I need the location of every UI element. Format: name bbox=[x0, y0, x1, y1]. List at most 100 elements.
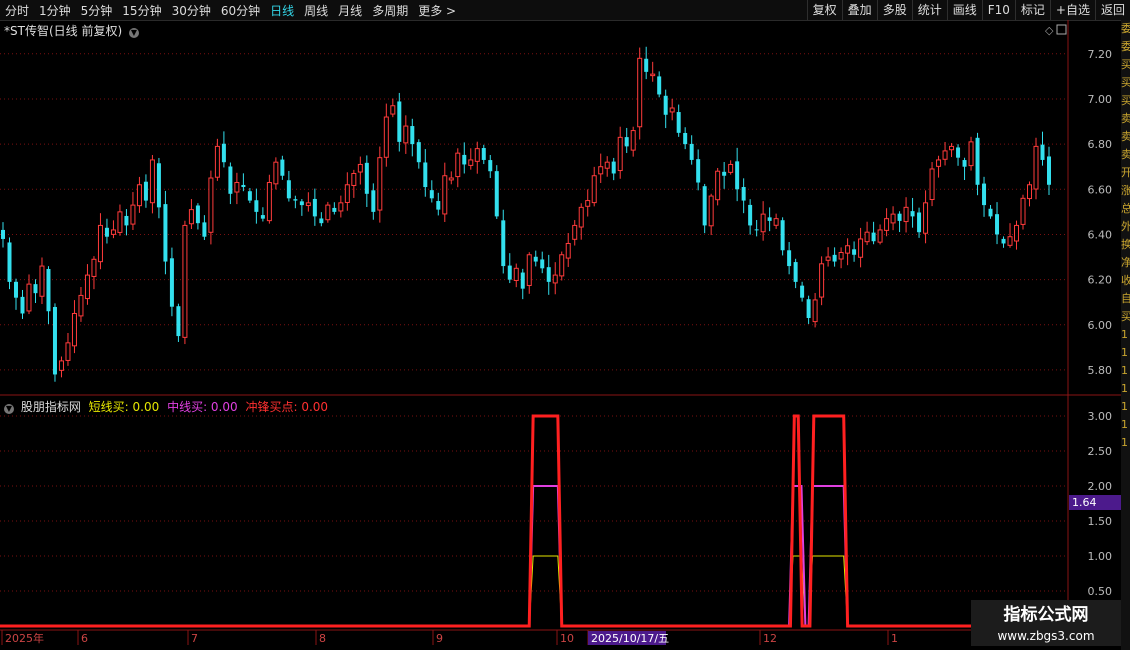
side-strip-label: 委 bbox=[1121, 40, 1130, 53]
indicator-tick: 1.00 bbox=[1088, 550, 1113, 563]
indicator-tick: 1.50 bbox=[1088, 515, 1113, 528]
candle-body bbox=[266, 182, 272, 222]
chevron-down-icon[interactable]: ▼ bbox=[128, 28, 139, 38]
candle-body bbox=[299, 201, 304, 206]
candle-body bbox=[669, 107, 675, 113]
candle-body bbox=[1, 229, 5, 239]
watermark-url: www.zbgs3.com bbox=[997, 629, 1095, 643]
side-strip-label: 外 bbox=[1121, 220, 1130, 233]
candle-body bbox=[838, 252, 844, 260]
side-strip-label: 涨 bbox=[1121, 184, 1130, 197]
candle-body bbox=[1027, 184, 1033, 200]
candle-body bbox=[110, 229, 116, 235]
side-strip-label: 买 bbox=[1121, 310, 1130, 323]
chevron-down-icon[interactable]: ▼ bbox=[4, 404, 14, 414]
candle-body bbox=[188, 209, 194, 225]
layout-icon bbox=[1056, 24, 1067, 35]
candle-body bbox=[390, 105, 396, 115]
watermark-title: 指标公式网 bbox=[1003, 605, 1089, 625]
candle-body bbox=[163, 204, 168, 262]
candle-body bbox=[455, 152, 461, 178]
candle-body bbox=[357, 163, 363, 173]
candle-body bbox=[1047, 156, 1051, 185]
candle-body bbox=[748, 204, 753, 226]
candle-body bbox=[559, 254, 565, 277]
candle-body bbox=[923, 202, 929, 234]
candle-body bbox=[903, 206, 909, 223]
candle-body bbox=[436, 201, 441, 210]
candle-body bbox=[995, 214, 1000, 235]
side-strip-label: 开 bbox=[1121, 166, 1130, 179]
candle-body bbox=[858, 238, 864, 258]
candle-body bbox=[956, 147, 961, 158]
side-strip-label: 买 bbox=[1121, 94, 1130, 107]
candle-body bbox=[630, 130, 636, 151]
candle-body bbox=[319, 218, 324, 224]
candle-body bbox=[852, 249, 857, 255]
candle-body bbox=[58, 360, 64, 371]
candle-body bbox=[871, 232, 876, 242]
candle-body bbox=[917, 212, 922, 233]
candle-body bbox=[676, 112, 681, 133]
candle-body bbox=[26, 283, 32, 312]
candle-body bbox=[520, 272, 525, 289]
candle-body bbox=[884, 218, 890, 231]
candle-body bbox=[338, 202, 344, 212]
candle-body bbox=[383, 116, 389, 158]
candle-body bbox=[416, 142, 421, 163]
indicator-value: 中线买: 0.00 bbox=[163, 400, 238, 414]
candle-body bbox=[929, 168, 935, 201]
candle-body bbox=[429, 190, 434, 199]
side-strip-label: 净 bbox=[1121, 256, 1130, 269]
candle-body bbox=[715, 170, 721, 201]
price-tick: 5.80 bbox=[1088, 364, 1113, 377]
candle-body bbox=[91, 258, 97, 277]
price-tick: 7.20 bbox=[1088, 48, 1113, 61]
candle-body bbox=[234, 182, 240, 193]
candle-body bbox=[97, 224, 103, 263]
indicator-value: 短线买: 0.00 bbox=[88, 400, 160, 414]
side-strip-label: 买 bbox=[1121, 58, 1130, 71]
candle-body bbox=[702, 186, 707, 226]
candle-body bbox=[494, 171, 499, 217]
candle-body bbox=[305, 202, 311, 207]
candle-body bbox=[696, 159, 701, 183]
side-info-strip[interactable]: 委委买买买卖卖卖开涨总外换净收自买1111111 bbox=[1121, 20, 1130, 650]
candle-body bbox=[65, 342, 71, 361]
date-label: 1 bbox=[891, 632, 898, 645]
candle-body bbox=[650, 73, 656, 77]
candle-body bbox=[52, 306, 57, 375]
candle-body bbox=[604, 161, 610, 169]
candle-body bbox=[410, 126, 415, 145]
candle-body bbox=[617, 136, 623, 172]
indicator-name: 股朋指标网 bbox=[20, 400, 81, 414]
indicator-tick: 0.50 bbox=[1088, 585, 1113, 598]
candle-body bbox=[130, 204, 136, 225]
side-strip-label: 1 bbox=[1121, 418, 1128, 431]
candle-body bbox=[20, 296, 25, 314]
candle-body bbox=[208, 177, 214, 233]
candle-body bbox=[540, 259, 545, 269]
kline-chart[interactable]: ◇ 7.20 7.00 6.80 6.60 6.40 6.20 6.00 5.80 3.00 2.5… bbox=[0, 0, 1121, 650]
candle-body bbox=[962, 160, 967, 167]
candle-body bbox=[33, 284, 38, 294]
side-strip-label: 卖 bbox=[1121, 130, 1130, 143]
candle-body bbox=[84, 274, 90, 300]
candle-body bbox=[7, 242, 12, 282]
candle-body bbox=[949, 145, 955, 151]
candle-body bbox=[481, 148, 486, 160]
stock-name: *ST传智(日线 前复权) bbox=[4, 24, 123, 38]
date-label: 8 bbox=[319, 632, 326, 645]
candle-body bbox=[546, 267, 551, 282]
side-strip-label: 总 bbox=[1121, 202, 1130, 215]
candle-body bbox=[877, 229, 883, 243]
candle-body bbox=[397, 101, 402, 142]
date-label: 10 bbox=[560, 632, 574, 645]
candle-body bbox=[754, 229, 759, 231]
candle-body bbox=[1007, 236, 1013, 246]
candle-body bbox=[136, 184, 142, 207]
candle-body bbox=[273, 161, 279, 185]
candle-body bbox=[611, 161, 616, 174]
candle-body bbox=[722, 171, 727, 176]
candle-body bbox=[513, 267, 519, 281]
